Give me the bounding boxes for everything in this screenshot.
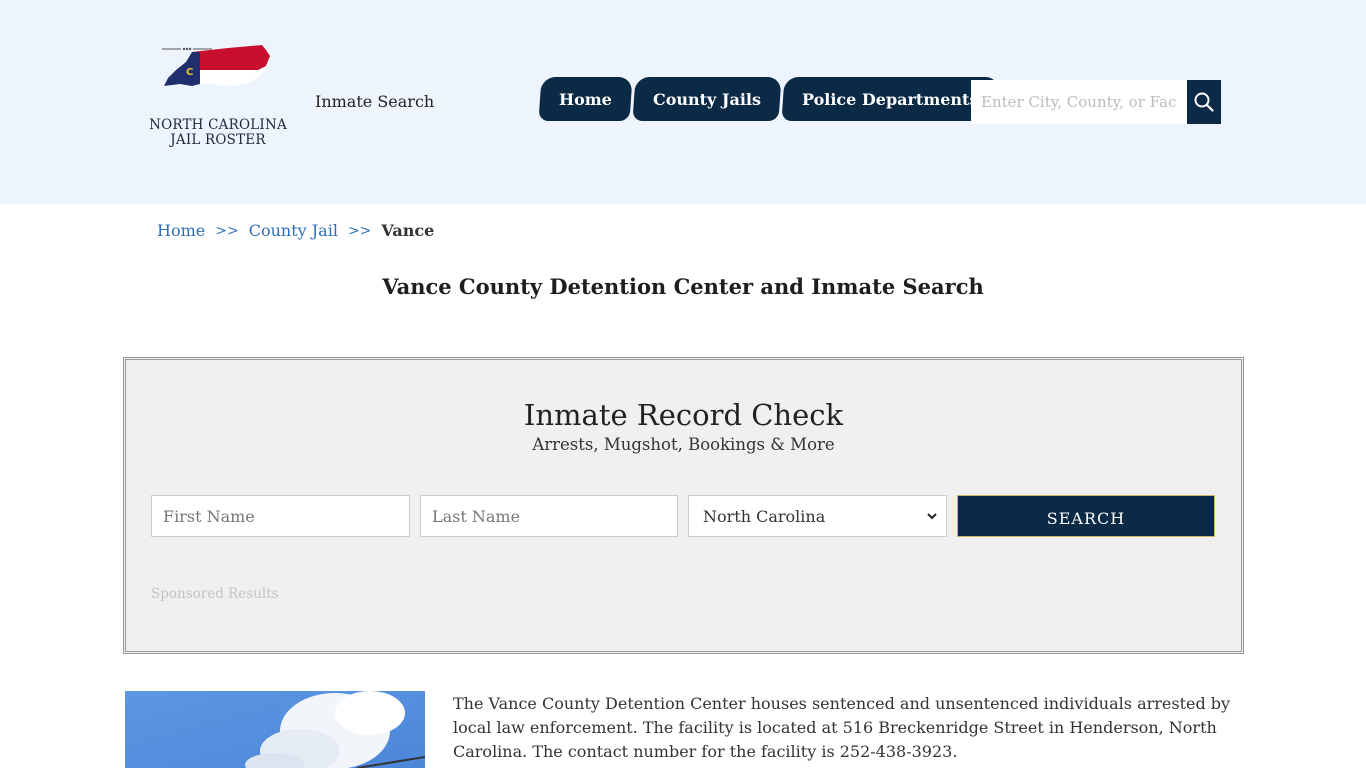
inmate-search-link[interactable]: Inmate Search xyxy=(315,92,434,111)
site-logo[interactable]: C NORTH CAROLINA JAIL ROSTER xyxy=(148,44,288,154)
logo-line-2: JAIL ROSTER xyxy=(170,132,266,148)
search-icon xyxy=(1194,92,1214,112)
nav-tab-police-departments[interactable]: Police Departments xyxy=(781,77,999,121)
divider-icon xyxy=(162,47,212,51)
nav-tab-label: Home xyxy=(559,89,612,109)
main-nav: Home County Jails Police Departments xyxy=(538,77,1000,121)
record-check-title: Inmate Record Check xyxy=(523,398,844,432)
site-header: C NORTH CAROLINA JAIL ROSTER Inmate Sear… xyxy=(0,0,1366,204)
state-select-value: North Carolina xyxy=(703,506,826,526)
record-check-subtitle: Arrests, Mugshot, Bookings & More xyxy=(532,435,835,454)
breadcrumb-separator: >> xyxy=(347,222,372,239)
inmate-record-check-panel: Inmate Record Check Arrests, Mugshot, Bo… xyxy=(123,357,1244,654)
chevron-down-icon xyxy=(927,513,937,520)
breadcrumb-county-jail[interactable]: County Jail xyxy=(249,221,338,240)
nav-tab-label: Police Departments xyxy=(801,89,979,109)
facility-photo xyxy=(125,691,425,768)
nav-tab-label: County Jails xyxy=(652,89,761,109)
state-select[interactable]: North Carolina xyxy=(688,495,947,537)
site-search-input[interactable] xyxy=(971,80,1187,124)
breadcrumb-current: Vance xyxy=(381,221,435,240)
logo-line-1: NORTH CAROLINA xyxy=(149,117,287,133)
svg-text:C: C xyxy=(186,67,193,78)
record-search-button[interactable]: SEARCH xyxy=(957,495,1215,537)
logo-text: NORTH CAROLINA JAIL ROSTER xyxy=(148,118,288,148)
site-search-button[interactable] xyxy=(1187,80,1221,124)
nav-tab-county-jails[interactable]: County Jails xyxy=(632,77,782,121)
site-search xyxy=(971,80,1221,124)
breadcrumb: Home >> County Jail >> Vance xyxy=(157,221,434,240)
first-name-input[interactable] xyxy=(151,495,410,537)
facility-description: The Vance County Detention Center houses… xyxy=(453,694,1231,761)
page-title: Vance County Detention Center and Inmate… xyxy=(382,274,984,299)
breadcrumb-separator: >> xyxy=(215,222,239,239)
nav-tab-home[interactable]: Home xyxy=(538,77,633,121)
breadcrumb-home[interactable]: Home xyxy=(157,221,205,240)
sponsored-results-label: Sponsored Results xyxy=(151,586,279,602)
last-name-input[interactable] xyxy=(420,495,678,537)
